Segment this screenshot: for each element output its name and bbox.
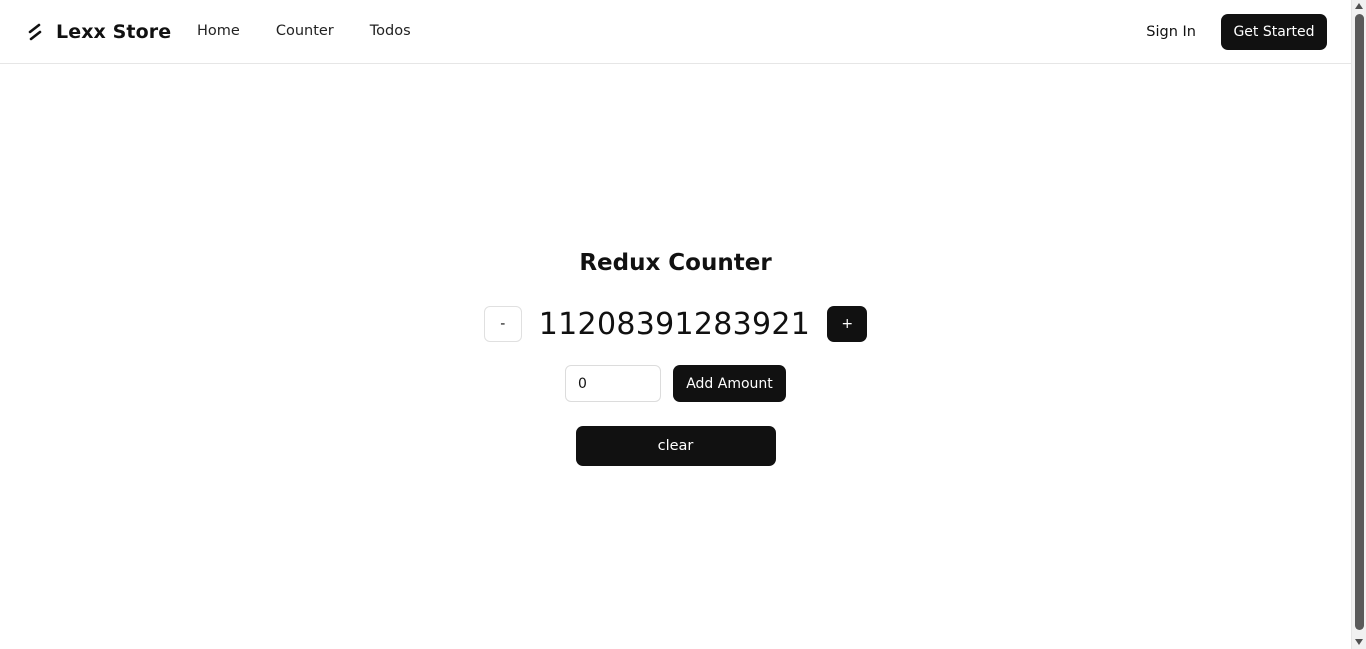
- header-actions: Sign In Get Started: [1146, 14, 1327, 50]
- page: Lexx Store Home Counter Todos Sign In Ge…: [0, 0, 1351, 649]
- scrollbar-thumb[interactable]: [1355, 14, 1364, 630]
- nav-link-counter[interactable]: Counter: [276, 23, 334, 39]
- increment-button[interactable]: +: [827, 306, 868, 342]
- scroll-up-arrow-icon[interactable]: [1355, 3, 1363, 9]
- decrement-button[interactable]: -: [483, 306, 522, 342]
- counter-value: 11208391283921: [538, 306, 811, 342]
- nav-link-todos[interactable]: Todos: [370, 23, 411, 39]
- sign-in-link[interactable]: Sign In: [1146, 24, 1196, 40]
- amount-input[interactable]: [565, 365, 661, 402]
- counter-controls: - 11208391283921 +: [0, 306, 1351, 342]
- get-started-button[interactable]: Get Started: [1221, 14, 1327, 50]
- vertical-scrollbar[interactable]: [1351, 0, 1366, 649]
- brand-logo-icon: [28, 23, 42, 41]
- brand[interactable]: Lexx Store: [28, 0, 171, 64]
- clear-button[interactable]: clear: [575, 426, 776, 466]
- clear-row: clear: [0, 426, 1351, 466]
- scroll-down-arrow-icon[interactable]: [1355, 639, 1363, 645]
- site-header: Lexx Store Home Counter Todos Sign In Ge…: [0, 0, 1351, 64]
- main-nav: Home Counter Todos: [197, 0, 447, 62]
- nav-link-home[interactable]: Home: [197, 23, 240, 39]
- brand-name: Lexx Store: [56, 21, 172, 43]
- counter-title: Redux Counter: [579, 250, 772, 276]
- add-amount-button[interactable]: Add Amount: [673, 365, 786, 402]
- amount-controls: Add Amount: [0, 365, 1351, 402]
